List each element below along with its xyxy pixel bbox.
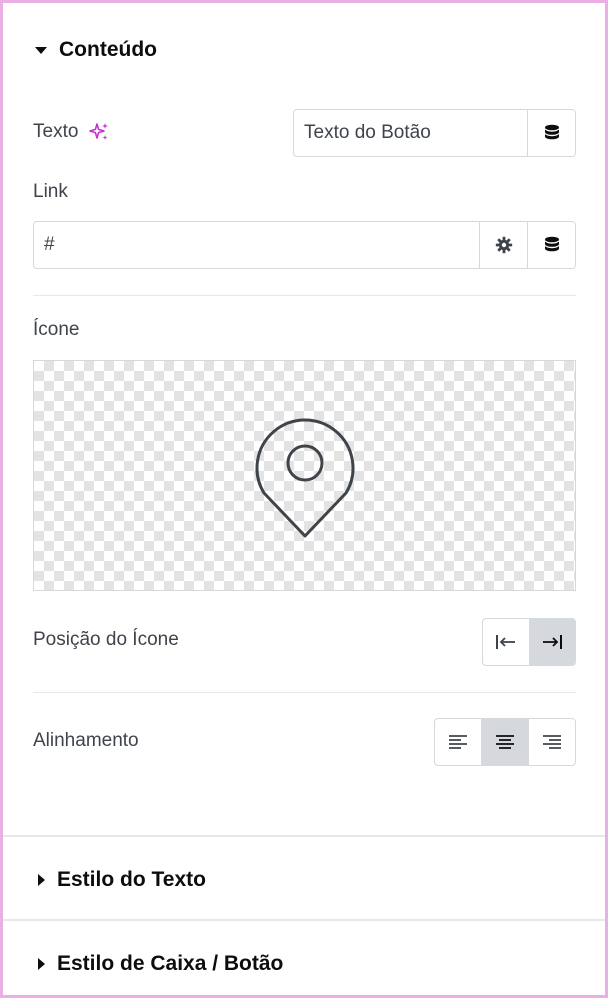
align-center-icon: [495, 734, 515, 750]
section-title-box-style: Estilo de Caixa / Botão: [57, 952, 284, 975]
icon-position-before-button[interactable]: [483, 619, 529, 665]
align-right-button[interactable]: [528, 719, 575, 765]
widget-panel: Conteúdo Texto Link: [0, 0, 608, 998]
align-start-arrow-icon: [495, 633, 517, 651]
section-separator: [3, 919, 605, 921]
caret-right-icon: [38, 958, 45, 970]
gear-icon: [495, 236, 513, 254]
database-icon: [544, 124, 560, 142]
alignment-label: Alinhamento: [33, 730, 139, 751]
link-field: [33, 221, 576, 269]
text-dynamic-tags-button[interactable]: [527, 110, 575, 156]
text-field-label: Texto: [33, 121, 79, 142]
align-left-icon: [448, 734, 468, 750]
divider: [33, 295, 576, 296]
text-field: [293, 109, 576, 157]
alignment-toggle: [434, 718, 576, 766]
link-field-label: Link: [33, 181, 68, 202]
align-left-button[interactable]: [435, 719, 481, 765]
section-title-content: Conteúdo: [59, 38, 157, 61]
icon-position-after-button[interactable]: [528, 619, 575, 665]
text-input[interactable]: [294, 110, 527, 156]
icon-position-label: Posição do Ícone: [33, 629, 179, 650]
caret-right-icon: [38, 874, 45, 886]
map-pin-icon: [253, 413, 357, 539]
divider: [33, 692, 576, 693]
section-header-text-style[interactable]: Estilo do Texto: [3, 863, 605, 897]
icon-field-label: Ícone: [33, 319, 80, 340]
section-separator: [3, 835, 605, 837]
icon-position-toggle: [482, 618, 576, 666]
text-field-row-label: Texto: [33, 121, 110, 143]
section-title-text-style: Estilo do Texto: [57, 868, 206, 891]
align-end-arrow-icon: [541, 633, 563, 651]
align-right-icon: [542, 734, 562, 750]
section-header-content[interactable]: Conteúdo: [3, 33, 605, 67]
caret-down-icon: [35, 46, 47, 54]
align-center-button[interactable]: [481, 719, 528, 765]
database-icon: [544, 236, 560, 254]
link-dynamic-tags-button[interactable]: [527, 222, 575, 268]
sparkle-icon[interactable]: [88, 121, 110, 143]
link-input[interactable]: [34, 222, 479, 268]
link-options-button[interactable]: [479, 222, 527, 268]
section-header-box-style[interactable]: Estilo de Caixa / Botão: [3, 947, 605, 981]
icon-picker[interactable]: [33, 360, 576, 591]
